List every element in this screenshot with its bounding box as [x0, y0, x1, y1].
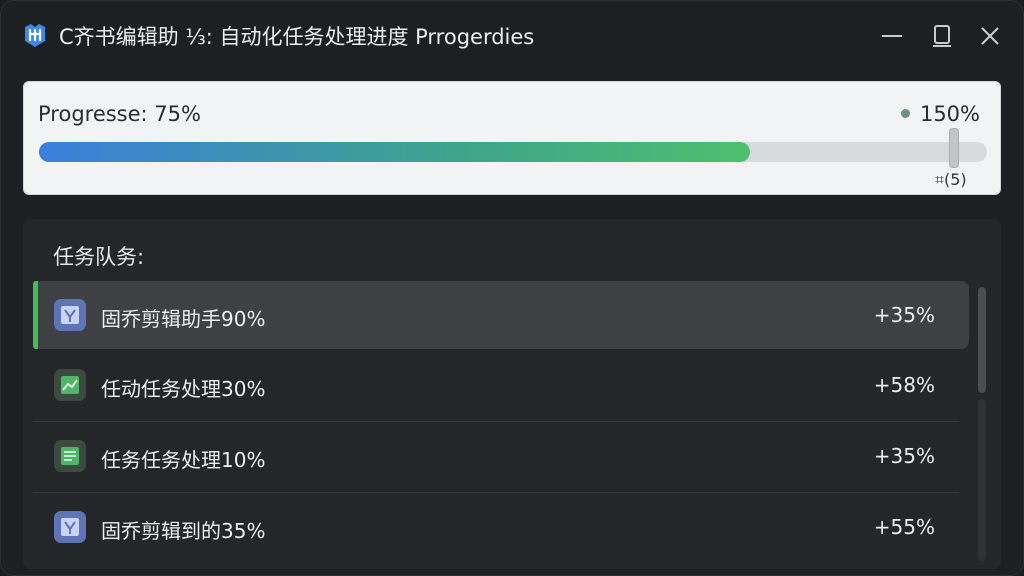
task-name: 固乔剪辑助手90%: [101, 307, 266, 331]
progress-label: Progresse: 75%: [38, 102, 201, 126]
scrollbar-thumb[interactable]: [978, 287, 986, 393]
maximize-icon[interactable]: [927, 21, 957, 51]
slider-step-label: ⌗(5): [935, 170, 967, 189]
minimize-icon[interactable]: [877, 21, 907, 51]
progress-status: 150%: [900, 102, 980, 126]
spreadsheet-icon: [53, 439, 87, 473]
progress-fill: [39, 142, 750, 162]
task-name: 任动任务处理30%: [101, 377, 266, 401]
task-queue-panel: 任务队务: 固乔剪辑助手90% +35% 任动任务处理30% +58% 任务任务…: [23, 219, 1001, 569]
progress-track: [39, 142, 987, 162]
scrollbar-track[interactable]: [978, 399, 986, 561]
window-title: C齐书编辑助 ⅓: 自动化任务处理进度 Prrogerdies: [59, 25, 535, 49]
task-row[interactable]: 固乔剪辑到的35% +55%: [33, 493, 969, 561]
progress-slider-handle[interactable]: [949, 128, 959, 168]
app-logo-icon: [21, 21, 49, 49]
task-row[interactable]: 任动任务处理30% +58%: [33, 351, 969, 419]
task-delta: +35%: [873, 444, 935, 468]
progress-right-value: 150%: [919, 102, 980, 126]
title-bar: C齐书编辑助 ⅓: 自动化任务处理进度 Prrogerdies: [1, 1, 1023, 69]
task-delta: +35%: [873, 303, 935, 327]
chart-icon: [53, 368, 87, 402]
close-icon[interactable]: [975, 21, 1005, 51]
document-scissors-icon: [53, 510, 87, 544]
app-window: C齐书编辑助 ⅓: 自动化任务处理进度 Prrogerdies Progress…: [0, 0, 1024, 576]
task-delta: +58%: [873, 373, 935, 397]
document-scissors-icon: [53, 298, 87, 332]
task-row[interactable]: 任务任务处理10% +35%: [33, 422, 969, 490]
task-name: 固乔剪辑到的35%: [101, 519, 266, 543]
task-row[interactable]: 固乔剪辑助手90% +35%: [33, 281, 969, 349]
status-dot-icon: [900, 109, 910, 118]
task-delta: +55%: [873, 515, 935, 539]
task-name: 任务任务处理10%: [101, 448, 266, 472]
progress-card: Progresse: 75% 150% ⌗(5): [23, 81, 1001, 195]
queue-title: 任务队务:: [53, 245, 145, 269]
